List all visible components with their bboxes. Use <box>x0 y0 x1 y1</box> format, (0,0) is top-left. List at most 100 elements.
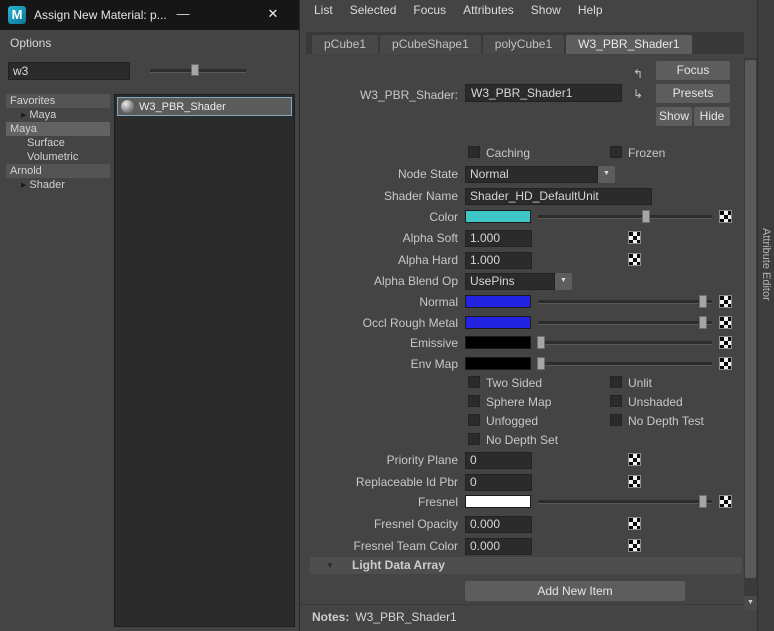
output-connections-icon[interactable]: ↳ <box>627 87 649 103</box>
two-sided-checkbox[interactable] <box>468 376 480 388</box>
normal-swatch[interactable] <box>465 295 531 308</box>
normal-slider[interactable] <box>538 295 712 308</box>
scrollbar-thumb[interactable] <box>745 60 756 578</box>
frozen-checkbox[interactable] <box>610 146 622 158</box>
tree-item-shader[interactable]: ▶ Shader <box>6 178 110 192</box>
menu-selected[interactable]: Selected <box>350 3 397 17</box>
slider-track[interactable] <box>538 362 712 365</box>
occl-rough-metal-swatch[interactable] <box>465 316 531 329</box>
slider-handle[interactable] <box>641 210 650 223</box>
tree-item-volumetric[interactable]: Volumetric <box>6 150 110 164</box>
slider-handle[interactable] <box>699 495 708 508</box>
tab-polycube1[interactable]: polyCube1 <box>482 35 565 54</box>
menu-focus[interactable]: Focus <box>413 3 446 17</box>
color-map-button[interactable] <box>719 210 732 223</box>
env-map-map-button[interactable] <box>719 357 732 370</box>
alpha-blend-dropdown-arrow-icon[interactable]: ▼ <box>555 273 572 290</box>
replaceable-id-pbr-map-button[interactable] <box>628 475 641 488</box>
show-button[interactable]: Show <box>656 107 692 126</box>
material-item-w3-pbr-shader[interactable]: W3_PBR_Shader <box>117 97 292 116</box>
tree-item-surface[interactable]: Surface <box>6 136 110 150</box>
presets-button[interactable]: Presets <box>656 84 730 103</box>
alpha-hard-map-button[interactable] <box>628 253 641 266</box>
options-menu[interactable]: Options <box>10 36 51 50</box>
material-item-label: W3_PBR_Shader <box>139 100 226 113</box>
slider-handle[interactable] <box>699 295 708 308</box>
node-name-field[interactable]: W3_PBR_Shader1 <box>465 84 622 102</box>
tab-pcube1[interactable]: pCube1 <box>312 35 379 54</box>
slider-track[interactable] <box>538 300 712 303</box>
emissive-slider[interactable] <box>537 336 712 349</box>
occl-rough-metal-slider[interactable] <box>538 316 712 329</box>
dialog-title: Assign New Material: p... <box>34 8 167 22</box>
hide-button[interactable]: Hide <box>694 107 730 126</box>
emissive-swatch[interactable] <box>465 336 531 349</box>
env-map-slider[interactable] <box>537 357 712 370</box>
node-state-dropdown-arrow-icon[interactable]: ▼ <box>598 166 615 183</box>
unfogged-checkbox[interactable] <box>468 414 480 426</box>
attribute-editor-vertical-tab[interactable]: Attribute Editor <box>760 228 772 301</box>
slider-track[interactable] <box>538 500 712 503</box>
alpha-blend-op-dropdown[interactable]: UsePins <box>465 273 555 290</box>
env-map-label: Env Map <box>410 357 458 371</box>
menu-list[interactable]: List <box>314 3 333 17</box>
replaceable-id-pbr-field[interactable]: 0 <box>465 474 532 491</box>
slider-handle[interactable] <box>699 316 708 329</box>
tab-pcubeshape1[interactable]: pCubeShape1 <box>380 35 481 54</box>
priority-plane-map-button[interactable] <box>628 453 641 466</box>
slider-track[interactable] <box>538 321 712 324</box>
fresnel-opacity-field[interactable]: 0.000 <box>465 516 532 533</box>
attribute-scrollbar[interactable]: ▼ <box>744 58 757 610</box>
node-state-dropdown[interactable]: Normal <box>465 166 598 183</box>
caching-checkbox[interactable] <box>468 146 480 158</box>
add-new-item-button[interactable]: Add New Item <box>465 581 685 601</box>
alpha-soft-field[interactable]: 1.000 <box>465 230 532 247</box>
occl-rough-metal-map-button[interactable] <box>719 316 732 329</box>
fresnel-team-color-label: Fresnel Team Color <box>353 539 458 553</box>
fresnel-team-color-field[interactable]: 0.000 <box>465 538 532 555</box>
light-data-array-section-header[interactable]: ▼ Light Data Array <box>310 557 742 574</box>
env-map-swatch[interactable] <box>465 357 531 370</box>
slider-track[interactable] <box>538 215 712 218</box>
frozen-label: Frozen <box>628 146 666 160</box>
tree-item-arnold[interactable]: Arnold <box>6 164 110 178</box>
scroll-down-icon[interactable]: ▼ <box>744 596 757 610</box>
fresnel-opacity-map-button[interactable] <box>628 517 641 530</box>
menu-attributes[interactable]: Attributes <box>463 3 514 17</box>
alpha-blend-op-label: Alpha Blend Op <box>373 274 458 288</box>
tree-item-maya-favorite[interactable]: ▶ Maya <box>6 108 110 122</box>
sphere-map-checkbox[interactable] <box>468 395 480 407</box>
slider-handle[interactable] <box>537 357 546 370</box>
notes-value[interactable]: W3_PBR_Shader1 <box>355 610 456 624</box>
fresnel-map-button[interactable] <box>719 495 732 508</box>
color-swatch[interactable] <box>465 210 531 223</box>
menu-show[interactable]: Show <box>531 3 561 17</box>
fresnel-slider[interactable] <box>538 495 712 508</box>
no-depth-set-checkbox[interactable] <box>468 433 480 445</box>
minimize-button[interactable]: — <box>166 0 200 30</box>
normal-map-button[interactable] <box>719 295 732 308</box>
alpha-soft-map-button[interactable] <box>628 231 641 244</box>
alpha-hard-field[interactable]: 1.000 <box>465 252 532 269</box>
focus-button[interactable]: Focus <box>656 61 730 80</box>
search-input[interactable] <box>8 62 130 80</box>
menu-help[interactable]: Help <box>578 3 603 17</box>
tree-item-favorites[interactable]: Favorites <box>6 94 110 108</box>
slider-handle[interactable] <box>537 336 546 349</box>
shader-name-field[interactable]: Shader_HD_DefaultUnit <box>465 188 652 205</box>
no-depth-test-checkbox[interactable] <box>610 414 622 426</box>
emissive-map-button[interactable] <box>719 336 732 349</box>
input-connections-icon[interactable]: ↰ <box>627 67 649 83</box>
fresnel-swatch[interactable] <box>465 495 531 508</box>
swatch-size-slider[interactable] <box>150 63 246 77</box>
priority-plane-field[interactable]: 0 <box>465 452 532 469</box>
color-slider[interactable] <box>538 210 712 223</box>
tab-w3-pbr-shader1[interactable]: W3_PBR_Shader1 <box>566 35 692 54</box>
close-button[interactable]: ✕ <box>253 0 293 30</box>
fresnel-team-color-map-button[interactable] <box>628 539 641 552</box>
slider-handle[interactable] <box>191 64 200 76</box>
tree-item-maya[interactable]: Maya <box>6 122 110 136</box>
unlit-checkbox[interactable] <box>610 376 622 388</box>
slider-track[interactable] <box>538 341 712 344</box>
unshaded-checkbox[interactable] <box>610 395 622 407</box>
